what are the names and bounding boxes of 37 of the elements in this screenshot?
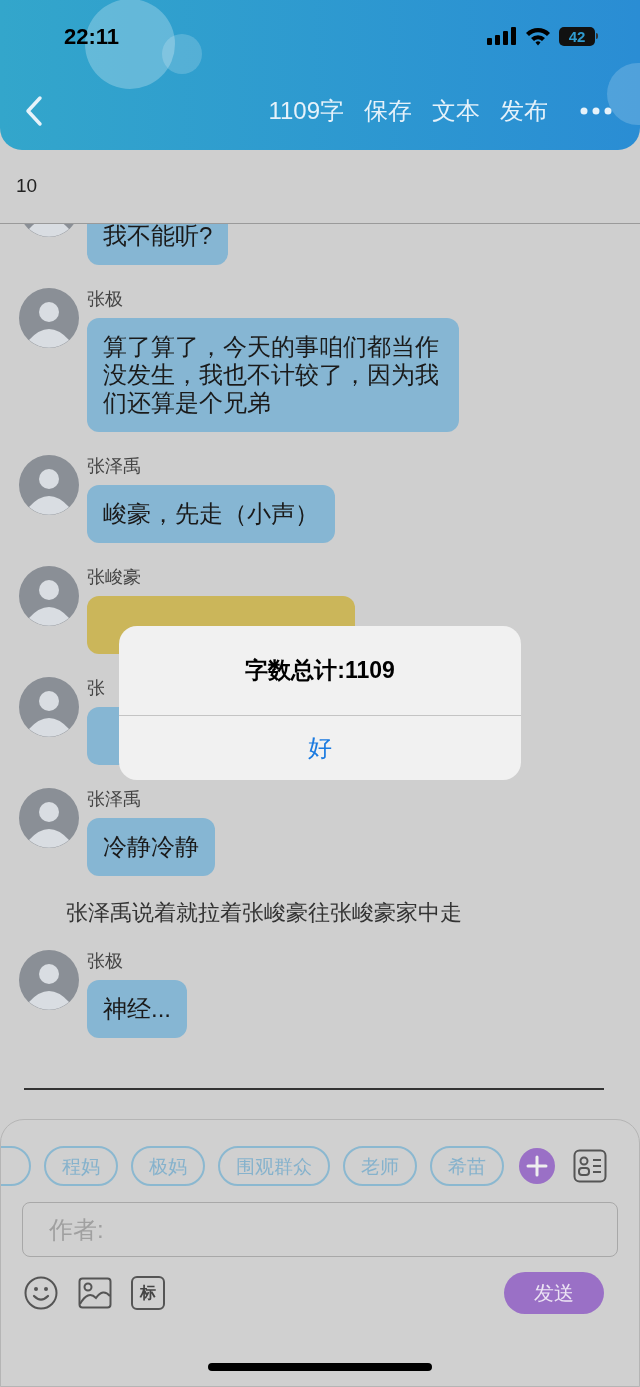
- header-action[interactable]: 发布: [500, 99, 548, 123]
- wifi-icon: [525, 26, 551, 46]
- tag-chip[interactable]: 老师: [343, 1146, 417, 1186]
- sender-name: 张: [87, 677, 105, 699]
- tag-chip[interactable]: 希苗: [430, 1146, 504, 1186]
- sender-name: 张峻豪: [87, 566, 141, 588]
- message-bubble: 神经...: [87, 980, 187, 1038]
- sender-name: 张极: [87, 950, 123, 972]
- add-icon[interactable]: [519, 1148, 555, 1184]
- back-icon[interactable]: [24, 95, 44, 127]
- header-action[interactable]: 1109字: [268, 99, 344, 123]
- send-button[interactable]: 发送: [504, 1272, 604, 1314]
- image-icon[interactable]: [78, 1276, 112, 1310]
- message-bubble: 算了算了，今天的事咱们都当作没发生，我也不计较了，因为我们还算是个兄弟: [87, 318, 459, 432]
- emoji-icon[interactable]: [24, 1276, 58, 1310]
- sender-name: 张极: [87, 288, 123, 310]
- bubble-decoration: [606, 62, 640, 126]
- message-bubble: 峻豪，先走（小声）: [87, 485, 335, 543]
- message-bubble: 冷静冷静: [87, 818, 215, 876]
- message-bubble: 我不能听?: [87, 224, 229, 265]
- title-tool-button[interactable]: 标: [131, 1276, 165, 1310]
- battery-indicator: 42: [559, 26, 598, 46]
- signal-icon: [487, 27, 517, 45]
- tag-chip[interactable]: 围观群众: [218, 1146, 330, 1186]
- sender-name: 张泽禹: [87, 788, 141, 810]
- contact-card-icon[interactable]: [573, 1149, 607, 1183]
- header-action[interactable]: 文本: [432, 99, 480, 123]
- dialog-title: 字数总计:1109: [244, 656, 396, 686]
- more-icon[interactable]: [580, 107, 612, 115]
- tag-chip[interactable]: 极妈: [131, 1146, 205, 1186]
- tag-chip[interactable]: 程妈: [44, 1146, 118, 1186]
- status-time: 22:11: [64, 22, 120, 51]
- sender-name: 张泽禹: [87, 455, 141, 477]
- narration-text: 张泽禹说着就拉着张峻豪往张峻豪家中走: [65, 899, 463, 927]
- ok-button[interactable]: 好: [119, 716, 521, 780]
- chapter-number: 10: [16, 174, 38, 199]
- header-action[interactable]: 保存: [364, 99, 412, 123]
